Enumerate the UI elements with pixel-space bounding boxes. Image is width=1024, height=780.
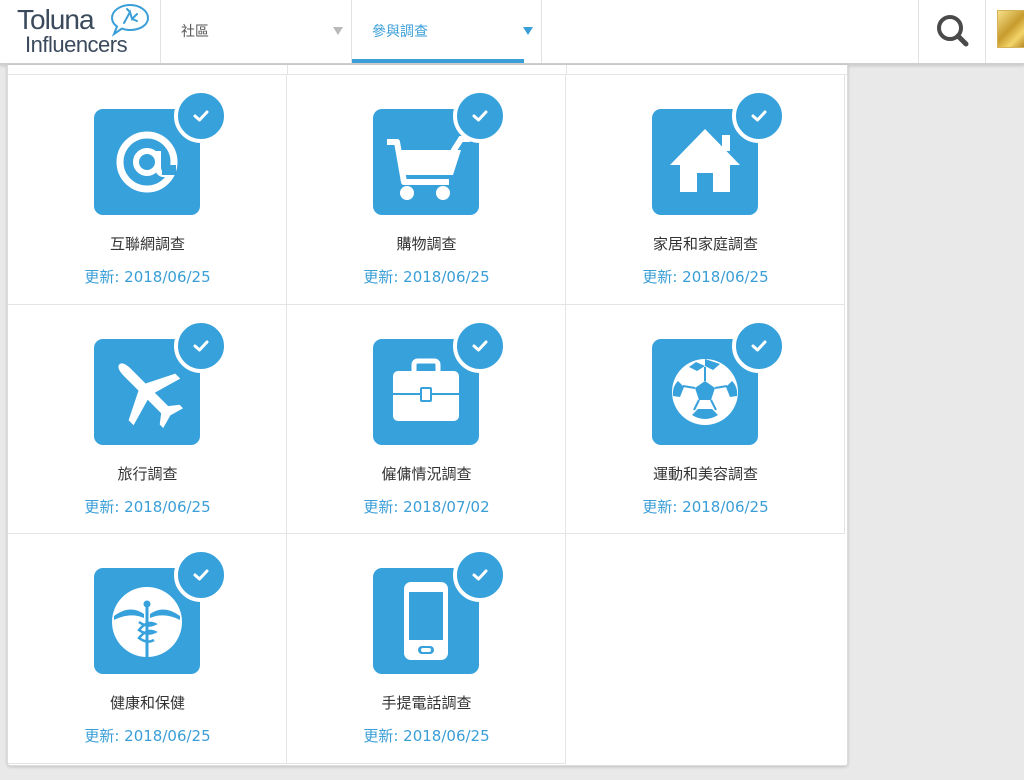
survey-updated-date: 更新: 2018/06/25 (363, 727, 490, 745)
chevron-down-icon (523, 27, 533, 35)
search-icon (937, 15, 969, 47)
survey-tile-employment[interactable]: 僱傭情況調查 更新: 2018/07/02 (287, 304, 566, 534)
panel-top-strip (8, 65, 847, 75)
completed-check-badge (453, 89, 507, 143)
completed-check-badge (732, 89, 786, 143)
survey-tile-health[interactable]: 健康和保健 更新: 2018/06/25 (8, 534, 287, 764)
toluna-logo[interactable]: Toluna Influencers (0, 0, 161, 63)
checkmark-icon (751, 340, 767, 351)
survey-updated-date: 更新: 2018/06/25 (642, 268, 769, 286)
checkmark-icon (472, 569, 488, 581)
nav-tab-community-label: 社區 (181, 24, 209, 40)
survey-tile-sports-beauty[interactable]: 運動和美容調查 更新: 2018/06/25 (566, 304, 845, 534)
survey-tile-shopping[interactable]: 購物調查 更新: 2018/06/25 (287, 75, 566, 305)
survey-title: 購物調查 (396, 235, 457, 253)
survey-title: 僱傭情況調查 (381, 464, 472, 483)
completed-check-badge (174, 89, 228, 143)
survey-updated-date: 更新: 2018/06/25 (84, 497, 211, 516)
checkmark-icon (472, 110, 488, 122)
active-tab-indicator (352, 59, 524, 63)
top-header: Toluna Influencers 社區 參與調查 (0, 0, 1024, 65)
survey-title: 互聯網調查 (109, 235, 185, 253)
survey-title: 健康和保健 (109, 694, 185, 712)
logo-speech-bubble-icon (110, 3, 150, 37)
user-avatar[interactable] (997, 10, 1024, 48)
checkmark-icon (472, 340, 488, 351)
checkmark-icon (193, 340, 209, 351)
survey-updated-date: 更新: 2018/06/25 (84, 268, 211, 286)
survey-tile-mobile-phone[interactable]: 手提電話調查 更新: 2018/06/25 (287, 534, 566, 764)
survey-updated-date: 更新: 2018/06/25 (84, 727, 211, 745)
survey-title: 旅行調查 (117, 464, 178, 483)
checkmark-icon (193, 110, 209, 122)
chevron-down-icon (333, 27, 343, 35)
completed-check-badge (732, 318, 786, 373)
empty-grid-slot (566, 534, 845, 764)
checkmark-icon (193, 569, 209, 581)
nav-tab-surveys-label: 參與調查 (372, 24, 428, 40)
survey-tile-home[interactable]: 家居和家庭調查 更新: 2018/06/25 (566, 75, 845, 305)
survey-title: 運動和美容調查 (652, 464, 758, 483)
survey-updated-date: 更新: 2018/06/25 (642, 497, 769, 516)
completed-check-badge (174, 548, 228, 602)
survey-tile-travel[interactable]: 旅行調查 更新: 2018/06/25 (8, 304, 287, 534)
search-button[interactable] (918, 0, 986, 63)
survey-categories-panel: 互聯網調查 更新: 2018/06/25 購物調查 更新: 2018/06/25 (7, 65, 848, 766)
completed-check-badge (453, 318, 507, 373)
checkmark-icon (751, 110, 767, 122)
completed-check-badge (174, 318, 228, 373)
survey-tile-internet[interactable]: 互聯網調查 更新: 2018/06/25 (8, 75, 287, 305)
survey-updated-date: 更新: 2018/06/25 (363, 268, 490, 286)
completed-check-badge (453, 548, 507, 602)
survey-title: 家居和家庭調查 (652, 235, 758, 253)
nav-tab-surveys[interactable]: 參與調查 (352, 0, 542, 63)
survey-grid: 互聯網調查 更新: 2018/06/25 購物調查 更新: 2018/06/25 (8, 75, 847, 764)
nav-tab-community[interactable]: 社區 (161, 0, 352, 63)
survey-title: 手提電話調查 (381, 694, 472, 712)
survey-updated-date: 更新: 2018/07/02 (363, 497, 490, 516)
